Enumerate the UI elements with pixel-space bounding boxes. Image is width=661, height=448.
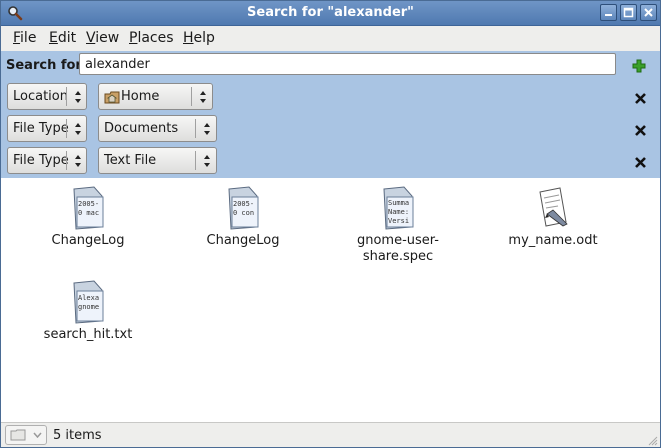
menu-bar: File Edit View Places Help [1, 26, 660, 50]
text-doc-icon: Alexa gnome [73, 280, 104, 324]
menu-edit[interactable]: Edit [49, 30, 76, 46]
text-doc-icon: 2005- 0 con [228, 186, 259, 230]
minimize-icon [605, 14, 612, 16]
svg-text:Name:: Name: [388, 208, 409, 216]
window-title: Search for "alexander" [247, 5, 414, 20]
resize-grip-icon[interactable] [646, 434, 658, 446]
remove-criteria-icon[interactable] [635, 125, 646, 136]
remove-criteria-icon[interactable] [635, 157, 646, 168]
title-bar[interactable]: Search for "alexander" [1, 1, 660, 26]
add-criteria-icon[interactable] [632, 59, 646, 73]
chevron-down-icon [33, 432, 42, 438]
updown-arrow-icon [75, 123, 81, 135]
result-item[interactable]: Alexa gnome search_hit.txt [28, 280, 148, 343]
filter-type-combo-filetype[interactable]: File Type [7, 115, 87, 142]
save-results-button[interactable] [5, 425, 47, 445]
result-name: ChangeLog [206, 233, 280, 248]
close-button[interactable] [640, 4, 657, 21]
text-doc-icon: Summa Name: Versi [383, 186, 414, 230]
search-criteria-panel: Search for: Location Home File Type [1, 51, 660, 178]
maximize-button[interactable] [620, 4, 637, 21]
svg-text:Versi: Versi [388, 217, 409, 225]
close-icon [644, 8, 653, 17]
result-item[interactable]: 2005- 0 con ChangeLog [183, 186, 303, 249]
document-pen-icon [539, 187, 568, 227]
result-item[interactable]: 2005- 0 mac ChangeLog [28, 186, 148, 249]
results-icon-view: 2005- 0 mac ChangeLog 2005- 0 con Change… [1, 178, 660, 422]
svg-text:0 con: 0 con [233, 209, 254, 217]
svg-text:Summa: Summa [388, 199, 409, 207]
svg-text:2005-: 2005- [78, 200, 99, 208]
search-window: Search for "alexander" File Edit View Pl… [0, 0, 661, 448]
svg-text:2005-: 2005- [233, 200, 254, 208]
folder-icon [10, 429, 26, 441]
menu-places[interactable]: Places [129, 30, 174, 46]
menu-file[interactable]: File [13, 30, 36, 46]
text-doc-icon: 2005- 0 mac [73, 186, 104, 230]
filter-value-combo-documents[interactable]: Documents [98, 115, 217, 142]
maximize-icon [623, 7, 634, 18]
filter-type-combo-location[interactable]: Location [7, 83, 87, 110]
filter-type-combo-filetype-2[interactable]: File Type [7, 147, 87, 174]
result-name: my_name.odt [508, 233, 598, 248]
remove-criteria-icon[interactable] [635, 93, 646, 104]
search-input[interactable] [79, 53, 616, 75]
filter-value-combo-textfile[interactable]: Text File [98, 147, 217, 174]
minimize-button[interactable] [600, 4, 617, 21]
updown-arrow-icon [75, 91, 81, 103]
filter-value-combo-location[interactable]: Home [98, 83, 213, 110]
result-item[interactable]: my_name.odt [493, 186, 613, 249]
result-name: ChangeLog [51, 233, 125, 248]
svg-text:0 mac: 0 mac [78, 209, 99, 217]
status-text: 5 items [53, 428, 102, 443]
result-name: search_hit.txt [43, 327, 133, 342]
home-folder-icon [104, 91, 120, 104]
status-bar: 5 items [1, 422, 660, 447]
result-name: gnome-user- share.spec [356, 233, 439, 264]
menu-help[interactable]: Help [183, 30, 215, 46]
updown-arrow-icon [204, 155, 210, 167]
menu-view[interactable]: View [86, 30, 119, 46]
updown-arrow-icon [75, 155, 81, 167]
svg-text:gnome: gnome [78, 303, 99, 311]
updown-arrow-icon [204, 123, 210, 135]
search-for-label: Search for: [6, 58, 88, 73]
updown-arrow-icon [200, 91, 206, 103]
result-item[interactable]: Summa Name: Versi gnome-user- share.spec [338, 186, 458, 265]
svg-text:Alexa: Alexa [78, 294, 99, 302]
